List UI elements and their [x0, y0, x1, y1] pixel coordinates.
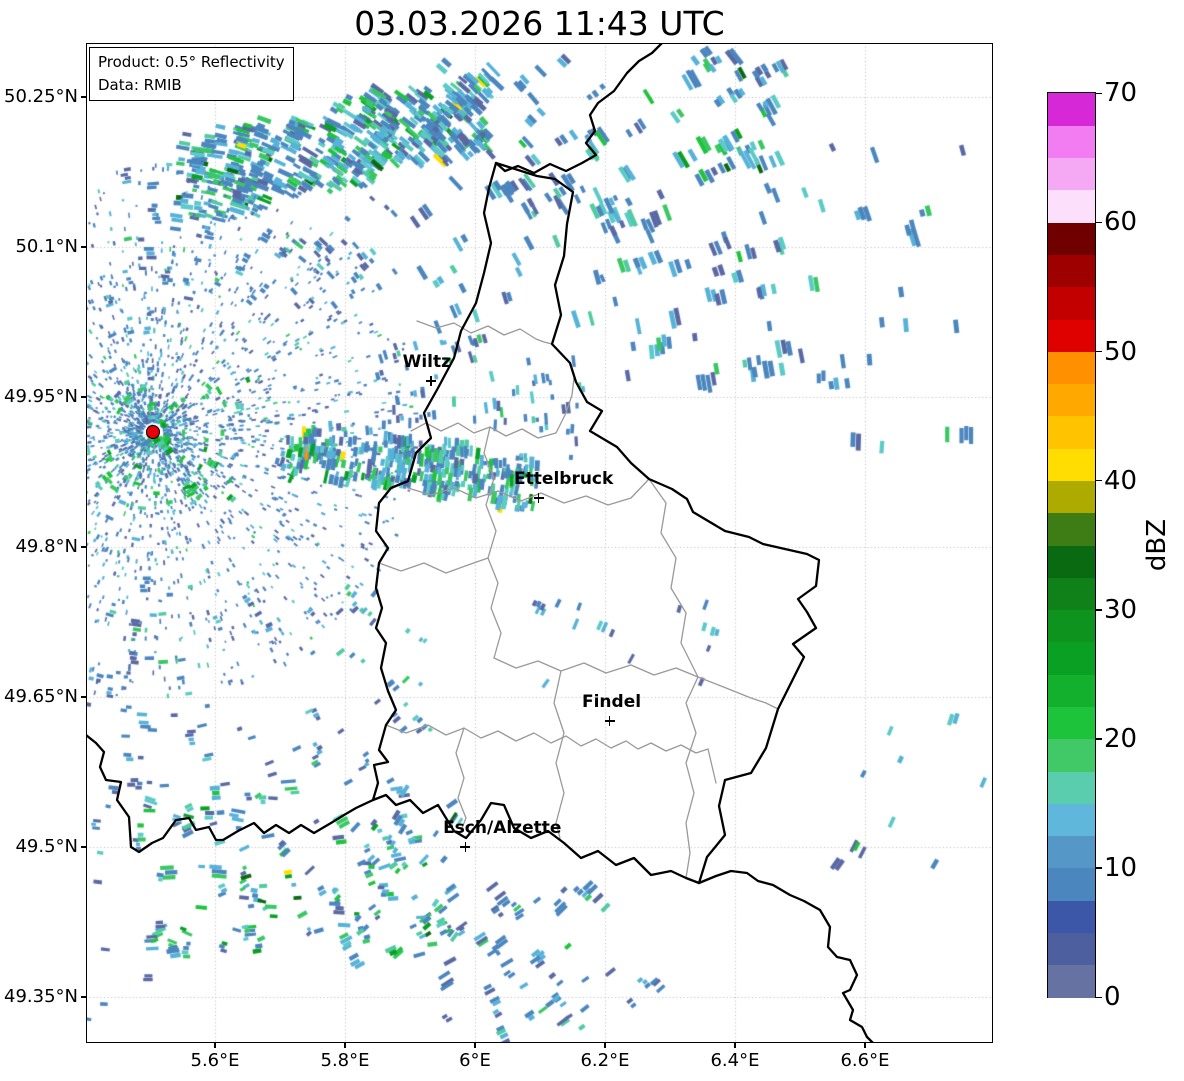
x-tick-label: 6.4°E	[710, 1050, 760, 1071]
x-tick-mark	[864, 1043, 866, 1048]
product-info-box: Product: 0.5° Reflectivity Data: RMIB	[89, 47, 294, 101]
city-label: Wiltz	[402, 352, 451, 372]
colorbar-segment	[1048, 286, 1095, 320]
city-label: Findel	[581, 692, 642, 712]
y-tick-label: 49.8°N	[15, 536, 78, 557]
y-tick-mark	[81, 696, 86, 698]
colorbar-segment	[1048, 900, 1095, 933]
colorbar-segment	[1048, 93, 1095, 126]
colorbar-segment	[1048, 189, 1095, 223]
colorbar-tick-label: 30	[1104, 594, 1138, 625]
colorbar-tick-label: 50	[1104, 336, 1138, 367]
city-marker-bar	[430, 376, 432, 386]
y-tick-mark	[81, 846, 86, 848]
y-tick-mark	[81, 96, 86, 98]
radar-figure: { "title": "03.03.2026 11:43 UTC", "prod…	[0, 0, 1184, 1081]
city-marker	[425, 376, 436, 386]
colorbar	[1047, 92, 1096, 998]
colorbar-segment	[1048, 319, 1095, 352]
x-tick-mark	[604, 1043, 606, 1048]
city-marker-bar	[464, 842, 467, 852]
colorbar-segment	[1048, 609, 1095, 643]
radar-site-dot	[145, 425, 160, 440]
city-label: Ettelbruck	[514, 469, 614, 489]
colorbar-tick-mark	[1096, 867, 1102, 869]
colorbar-axis-label: dBZ	[1142, 518, 1172, 572]
city-marker-bar	[537, 493, 540, 503]
colorbar-tick-mark	[1096, 738, 1102, 740]
colorbar-tick-label: 70	[1104, 78, 1138, 109]
product-line: Product: 0.5° Reflectivity	[98, 53, 285, 71]
city-marker-bar	[608, 716, 611, 726]
y-tick-mark	[81, 396, 86, 398]
colorbar-segment	[1048, 351, 1095, 385]
colorbar-segment	[1048, 448, 1095, 481]
colorbar-segment	[1048, 738, 1095, 772]
colorbar-segment	[1048, 835, 1095, 869]
colorbar-tick-label: 40	[1104, 465, 1138, 496]
y-tick-label: 50.25°N	[4, 86, 78, 107]
colorbar-tick-mark	[1096, 609, 1102, 611]
x-tick-mark	[344, 1043, 346, 1048]
colorbar-segment	[1048, 222, 1095, 255]
y-tick-label: 49.95°N	[4, 386, 78, 407]
colorbar-segment	[1048, 803, 1095, 837]
city-marker	[460, 842, 471, 852]
city-marker	[533, 493, 544, 503]
colorbar-tick-label: 10	[1104, 853, 1138, 884]
colorbar-segment	[1048, 771, 1095, 804]
colorbar-segment	[1048, 415, 1095, 449]
colorbar-segment	[1048, 867, 1095, 901]
x-tick-label: 6.6°E	[840, 1050, 890, 1071]
map-annotations-layer: Wiltz Ettelbruck Findel Esch/Alzette	[86, 43, 993, 1043]
y-tick-label: 49.35°N	[4, 986, 78, 1007]
colorbar-segment	[1048, 577, 1095, 611]
x-tick-label: 6°E	[459, 1050, 491, 1071]
colorbar-segment	[1048, 157, 1095, 191]
x-tick-mark	[214, 1043, 216, 1048]
colorbar-tick-mark	[1096, 350, 1102, 353]
data-source-line: Data: RMIB	[98, 76, 182, 94]
colorbar-segment	[1048, 641, 1095, 675]
x-tick-label: 5.8°E	[320, 1050, 370, 1071]
y-tick-mark	[81, 996, 86, 998]
colorbar-segment	[1048, 674, 1095, 707]
colorbar-tick-mark	[1096, 221, 1102, 224]
colorbar-tick-label: 60	[1104, 207, 1138, 238]
y-tick-mark	[81, 546, 86, 548]
figure-title: 03.03.2026 11:43 UTC	[354, 4, 725, 43]
y-tick-mark	[81, 246, 86, 248]
colorbar-tick-mark	[1096, 996, 1102, 999]
colorbar-segment	[1048, 545, 1095, 578]
x-tick-mark	[474, 1043, 476, 1048]
city-marker	[604, 716, 615, 726]
colorbar-tick-mark	[1096, 92, 1102, 95]
colorbar-segment	[1048, 254, 1095, 288]
y-tick-label: 49.5°N	[15, 836, 78, 857]
colorbar-tick-mark	[1096, 479, 1102, 482]
city-label: Esch/Alzette	[443, 818, 562, 838]
colorbar-segment	[1048, 964, 1095, 998]
colorbar-segment	[1048, 383, 1095, 417]
colorbar-segment	[1048, 512, 1095, 546]
x-tick-mark	[734, 1043, 736, 1048]
colorbar-segment	[1048, 480, 1095, 514]
x-tick-label: 6.2°E	[580, 1050, 630, 1071]
x-tick-label: 5.6°E	[190, 1050, 240, 1071]
colorbar-tick-label: 20	[1104, 724, 1138, 754]
y-tick-label: 50.1°N	[15, 236, 78, 257]
colorbar-segment	[1048, 125, 1095, 159]
colorbar-segment	[1048, 706, 1095, 740]
colorbar-segment	[1048, 932, 1095, 966]
y-tick-label: 49.65°N	[4, 686, 78, 707]
colorbar-tick-label: 0	[1104, 982, 1121, 1013]
